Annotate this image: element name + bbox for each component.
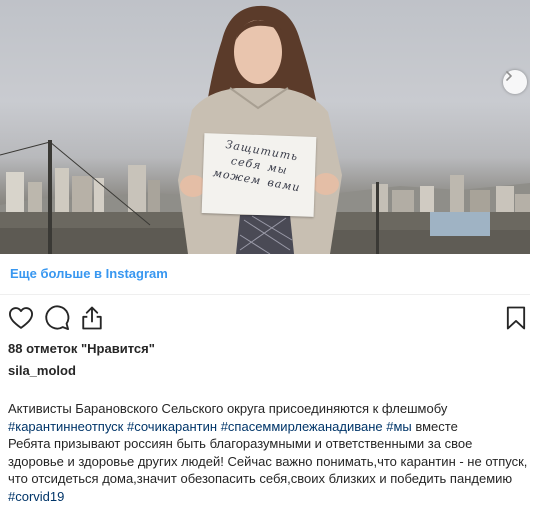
post-photo[interactable]: Защитить себя мы можем вами (0, 0, 530, 254)
like-button[interactable] (7, 304, 35, 332)
post-username[interactable]: sila_molod (8, 363, 76, 378)
hashtag-link[interactable]: #corvid19 (8, 489, 64, 504)
likes-count[interactable]: 88 отметок "Нравится" (8, 341, 155, 356)
caption-text: вместе (411, 418, 458, 434)
caption-text: Ребята призывают россиян быть благоразум… (8, 436, 528, 487)
hashtag-link[interactable]: #сочикарантин (127, 419, 217, 434)
comment-button[interactable] (43, 304, 71, 332)
post-caption: Активисты Барановского Сельского округа … (8, 400, 528, 506)
hashtag-link[interactable]: #мы (386, 419, 412, 434)
handwritten-sign: Защитить себя мы можем вами (201, 133, 317, 217)
hashtag-link[interactable]: #спасеммирлежанадиване (221, 419, 383, 434)
share-icon (82, 306, 102, 330)
heart-icon (8, 307, 34, 329)
caption-text: Активисты Барановского Сельского округа … (8, 401, 448, 416)
share-button[interactable] (78, 304, 106, 332)
save-button[interactable] (502, 304, 530, 332)
instagram-post-embed: Защитить себя мы можем вами Еще больше в… (0, 0, 534, 511)
next-photo-button[interactable] (503, 70, 527, 94)
sign-text: Защитить себя мы можем вами (211, 137, 302, 195)
hashtag-link[interactable]: #карантиннеотпуск (8, 419, 123, 434)
view-more-on-instagram-link[interactable]: Еще больше в Instagram (10, 266, 168, 281)
photo-scene (0, 5, 530, 254)
bookmark-icon (506, 306, 526, 330)
comment-icon (45, 305, 70, 331)
divider (0, 294, 530, 295)
chevron-right-icon (506, 71, 512, 81)
